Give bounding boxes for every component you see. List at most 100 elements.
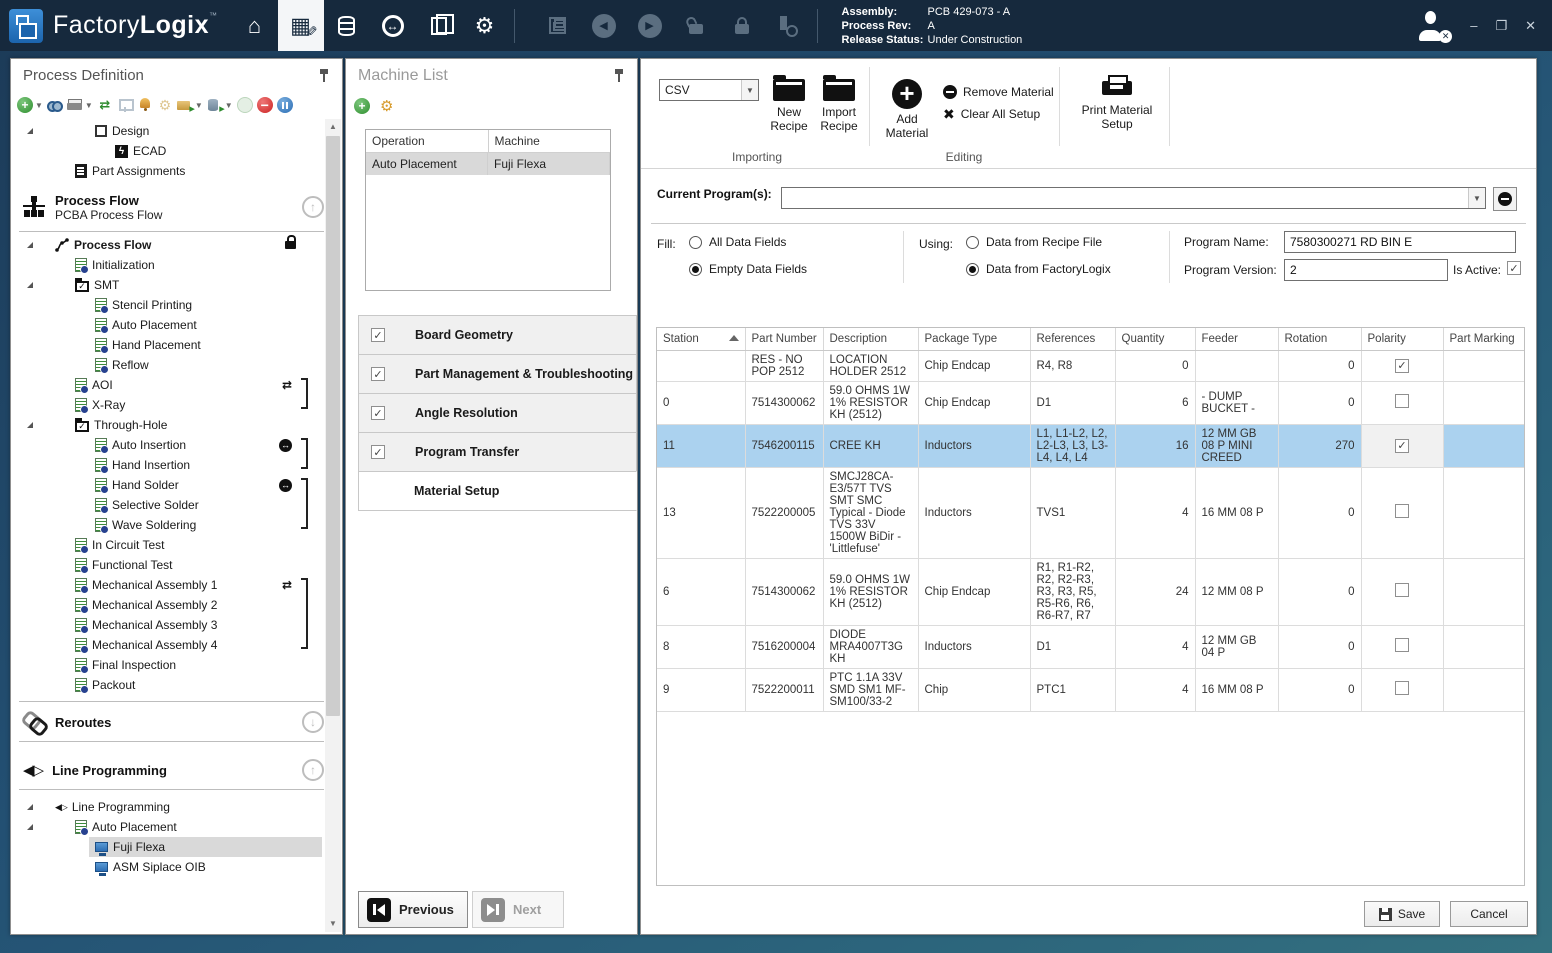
- column-header-part-number[interactable]: Part Number: [745, 328, 823, 350]
- expand-section-icon[interactable]: ↓: [302, 711, 324, 733]
- tree-item-final-inspection[interactable]: Final Inspection: [11, 655, 322, 675]
- tree-item-auto-insertion[interactable]: Auto Insertion↔: [11, 435, 322, 455]
- machine-row[interactable]: Auto PlacementFuji Flexa: [366, 153, 610, 175]
- machine-settings-icon[interactable]: ⚙: [380, 97, 393, 115]
- material-row[interactable]: RES - NO POP 2512LOCATION HOLDER 2512Chi…: [657, 350, 1524, 381]
- polarity-checkbox[interactable]: ✓: [1395, 439, 1409, 453]
- chevron-down-icon[interactable]: ▼: [85, 101, 93, 110]
- remove-material-button[interactable]: Remove Material: [943, 81, 1054, 103]
- tree-item-mechanical-assembly-4[interactable]: Mechanical Assembly 4: [11, 635, 322, 655]
- user-icon[interactable]: ✕: [1416, 11, 1446, 41]
- polarity-checkbox[interactable]: [1395, 681, 1409, 695]
- pause-icon[interactable]: [277, 97, 293, 113]
- material-row[interactable]: 117546200115CREE KHInductorsL1, L1-L2, L…: [657, 424, 1524, 467]
- print-material-setup-button[interactable]: Print Material Setup: [1073, 73, 1161, 131]
- home-icon[interactable]: ⌂: [232, 0, 278, 51]
- tree-item-selective-solder[interactable]: Selective Solder: [11, 495, 322, 515]
- tree-item-smt[interactable]: ✓SMT: [11, 275, 322, 295]
- column-header-station[interactable]: Station: [657, 328, 745, 350]
- polarity-checkbox[interactable]: [1395, 638, 1409, 652]
- is-active-checkbox[interactable]: ✓: [1507, 261, 1521, 275]
- setup-section-part-management-troubleshooting[interactable]: ✓Part Management & Troubleshooting: [358, 354, 637, 394]
- save-button[interactable]: Save: [1364, 901, 1440, 927]
- material-row[interactable]: 97522200011PTC 1.1A 33V SMD SM1 MF-SM100…: [657, 668, 1524, 711]
- chevron-down-icon[interactable]: ▼: [225, 101, 233, 110]
- program-name-input[interactable]: 7580300271 RD BIN E: [1284, 231, 1516, 253]
- close-button[interactable]: ✕: [1525, 18, 1536, 34]
- polarity-checkbox[interactable]: [1395, 583, 1409, 597]
- chevron-down-icon[interactable]: ▼: [35, 101, 43, 110]
- tree-item-x-ray[interactable]: X-Ray: [11, 395, 322, 415]
- maximize-button[interactable]: ❐: [1495, 18, 1507, 34]
- tree-item-mechanical-assembly-2[interactable]: Mechanical Assembly 2: [11, 595, 322, 615]
- process-editor-icon[interactable]: ▦✎: [278, 0, 324, 51]
- material-row[interactable]: 6751430006259.0 OHMS 1W 1% RESISTOR KH (…: [657, 558, 1524, 625]
- machine-table-header[interactable]: Machine: [489, 130, 611, 152]
- tree-item-line-programming[interactable]: ◀▷Line Programming: [11, 797, 322, 817]
- find-icon[interactable]: [47, 97, 63, 113]
- add-material-button[interactable]: + Add Material: [879, 79, 935, 140]
- add-machine-icon[interactable]: +: [354, 98, 370, 114]
- column-header-description[interactable]: Description: [823, 328, 918, 350]
- expander-icon[interactable]: [27, 128, 33, 134]
- tree-item-hand-placement[interactable]: Hand Placement: [11, 335, 322, 355]
- tree-item-reflow[interactable]: Reflow: [11, 355, 322, 375]
- presentation-icon[interactable]: [117, 97, 133, 113]
- radio-data-from-factorylogix[interactable]: Data from FactoryLogix: [966, 262, 1111, 276]
- pin-icon[interactable]: [613, 69, 625, 83]
- material-row[interactable]: 137522200005SMCJ28CA-E3/57T TVS SMT SMC …: [657, 467, 1524, 558]
- remove-program-button[interactable]: [1493, 187, 1517, 211]
- column-header-polarity[interactable]: Polarity: [1361, 328, 1443, 350]
- tree-item-mechanical-assembly-3[interactable]: Mechanical Assembly 3: [11, 615, 322, 635]
- setup-section-angle-resolution[interactable]: ✓Angle Resolution: [358, 393, 637, 433]
- tree-item-mechanical-assembly-1[interactable]: Mechanical Assembly 1⇄: [11, 575, 322, 595]
- import-recipe-button[interactable]: Import Recipe: [815, 79, 863, 133]
- material-row[interactable]: 0751430006259.0 OHMS 1W 1% RESISTOR KH (…: [657, 381, 1524, 424]
- documents-icon[interactable]: [416, 0, 462, 51]
- format-select[interactable]: CSV▼: [659, 79, 759, 101]
- collapse-section-icon[interactable]: ↑: [302, 759, 324, 781]
- machine-table-header[interactable]: Operation: [366, 130, 489, 152]
- inactive-icon[interactable]: [237, 97, 253, 113]
- collapse-section-icon[interactable]: ↑: [302, 196, 324, 218]
- column-header-part-marking[interactable]: Part Marking: [1443, 328, 1524, 350]
- chevron-down-icon[interactable]: ▼: [195, 101, 203, 110]
- expander-icon[interactable]: [27, 804, 33, 810]
- line-programming-section-header[interactable]: ◀▷ Line Programming ↑: [11, 755, 324, 785]
- tree-item-aoi[interactable]: AOI⇄: [11, 375, 322, 395]
- add-icon[interactable]: +: [17, 97, 33, 113]
- database-delete-icon[interactable]: ▸: [207, 97, 223, 113]
- tree-item-wave-soldering[interactable]: Wave Soldering: [11, 515, 322, 535]
- remove-icon[interactable]: −: [257, 97, 273, 113]
- cancel-button[interactable]: Cancel: [1450, 901, 1528, 927]
- reroutes-section-header[interactable]: Reroutes ↓: [11, 707, 324, 737]
- print-icon[interactable]: [67, 97, 83, 113]
- tree-item-part-assignments[interactable]: Part Assignments: [11, 161, 322, 181]
- column-header-quantity[interactable]: Quantity: [1115, 328, 1195, 350]
- minimize-button[interactable]: –: [1470, 18, 1477, 34]
- tree-item-packout[interactable]: Packout: [11, 675, 322, 695]
- material-row[interactable]: 87516200004DIODE MRA4007T3G KHInductorsD…: [657, 625, 1524, 668]
- section-checkbox[interactable]: ✓: [371, 328, 385, 342]
- gear-icon[interactable]: ⚙: [157, 97, 173, 113]
- previous-button[interactable]: Previous: [358, 891, 468, 928]
- sync-icon[interactable]: ⇄: [97, 97, 113, 113]
- radio-all-data-fields[interactable]: All Data Fields: [689, 235, 786, 249]
- tree-item-process-flow[interactable]: Process Flow: [11, 235, 322, 255]
- tree-item-auto-placement[interactable]: Auto Placement: [11, 315, 322, 335]
- tree-item-stencil-printing[interactable]: Stencil Printing: [11, 295, 322, 315]
- expander-icon[interactable]: [27, 282, 33, 288]
- expander-icon[interactable]: [27, 242, 33, 248]
- tree-item-auto-placement[interactable]: Auto Placement: [11, 817, 322, 837]
- tree-item-hand-insertion[interactable]: Hand Insertion: [11, 455, 322, 475]
- current-programs-select[interactable]: ▼: [781, 187, 1486, 209]
- new-recipe-button[interactable]: New Recipe: [765, 79, 813, 133]
- column-header-references[interactable]: References: [1030, 328, 1115, 350]
- setup-section-board-geometry[interactable]: ✓Board Geometry: [358, 315, 637, 355]
- bell-icon[interactable]: [137, 97, 153, 113]
- column-header-package-type[interactable]: Package Type: [918, 328, 1030, 350]
- tree-item-asm-siplace-oib[interactable]: ASM Siplace OIB: [11, 857, 322, 877]
- section-checkbox[interactable]: ✓: [371, 445, 385, 459]
- materials-icon[interactable]: [324, 0, 370, 51]
- tree-item-hand-solder[interactable]: Hand Solder↔: [11, 475, 322, 495]
